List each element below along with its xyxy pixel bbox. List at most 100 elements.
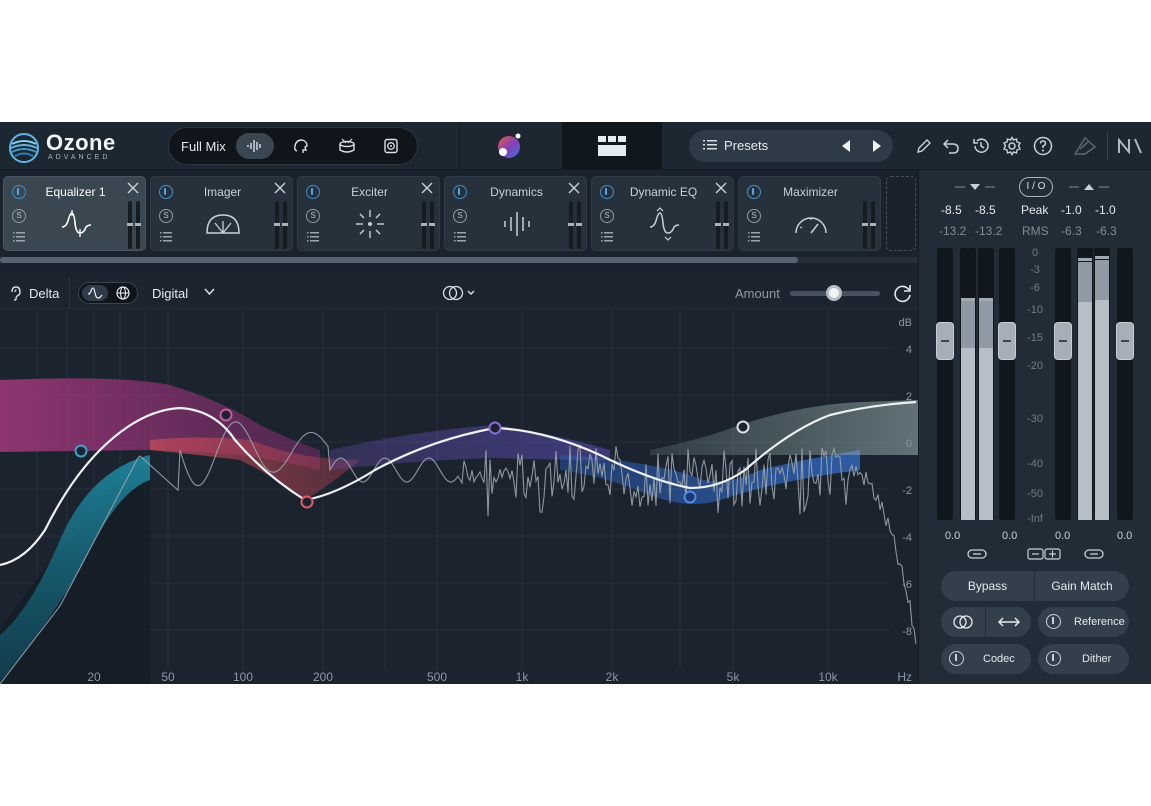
history-icon[interactable] bbox=[970, 135, 992, 157]
output-fader[interactable] bbox=[723, 201, 729, 249]
close-icon[interactable] bbox=[274, 182, 286, 194]
module-equalizer[interactable]: Equalizer 1 S bbox=[3, 176, 146, 251]
menu-icon[interactable] bbox=[160, 232, 172, 242]
solo-icon[interactable]: S bbox=[159, 209, 173, 223]
output-gain-left-value[interactable]: 0.0 bbox=[1055, 530, 1070, 542]
output-fader-handle-left[interactable] bbox=[1054, 322, 1072, 360]
solo-icon[interactable]: S bbox=[12, 209, 26, 223]
output-peak-right: -1.0 bbox=[1095, 203, 1116, 217]
eq-node-1[interactable] bbox=[74, 444, 88, 458]
chain-scrollbar[interactable] bbox=[0, 257, 918, 263]
input-gain-left-value[interactable]: 0.0 bbox=[945, 530, 960, 542]
module-imager[interactable]: Imager S bbox=[150, 176, 293, 251]
output-fader[interactable] bbox=[282, 201, 288, 249]
menu-icon[interactable] bbox=[13, 232, 25, 242]
output-fader-track-right[interactable] bbox=[1116, 248, 1134, 520]
io-toggle[interactable]: I / O bbox=[1019, 177, 1053, 197]
bypass-button[interactable]: Bypass bbox=[941, 571, 1035, 601]
eq-node-4[interactable] bbox=[488, 421, 502, 435]
eq-node-5[interactable] bbox=[683, 490, 697, 504]
output-gain-right-value[interactable]: 0.0 bbox=[1117, 530, 1132, 542]
output-fader-track-left[interactable] bbox=[1054, 248, 1072, 520]
drum-view-button[interactable] bbox=[328, 133, 366, 159]
input-fader-track[interactable] bbox=[936, 248, 954, 520]
codec-button[interactable]: Codec bbox=[941, 644, 1031, 674]
undo-icon[interactable] bbox=[940, 135, 962, 157]
input-fader[interactable] bbox=[715, 201, 721, 249]
module-exciter[interactable]: Exciter S bbox=[297, 176, 440, 251]
solo-icon[interactable]: S bbox=[306, 209, 320, 223]
master-assistant-icon[interactable] bbox=[493, 130, 525, 162]
dither-button[interactable]: Dither bbox=[1038, 644, 1129, 674]
chain-scrollbar-thumb[interactable] bbox=[0, 257, 798, 263]
solo-icon[interactable]: S bbox=[453, 209, 467, 223]
close-icon[interactable] bbox=[568, 182, 580, 194]
input-fader[interactable] bbox=[127, 201, 133, 249]
refresh-icon[interactable] bbox=[892, 282, 914, 304]
spectrum-view-button[interactable] bbox=[236, 133, 274, 159]
close-icon[interactable] bbox=[421, 182, 433, 194]
ni-icon[interactable] bbox=[1116, 135, 1144, 157]
close-icon[interactable] bbox=[127, 182, 139, 194]
eq-node-3[interactable] bbox=[300, 495, 314, 509]
add-module-slot[interactable] bbox=[886, 176, 916, 251]
amount-label: Amount bbox=[735, 286, 780, 301]
module-dynamic-eq[interactable]: Dynamic EQ S bbox=[591, 176, 734, 251]
gain-match-button[interactable]: Gain Match bbox=[1035, 571, 1129, 601]
menu-icon[interactable] bbox=[454, 232, 466, 242]
input-fader-handle-right[interactable] bbox=[998, 322, 1016, 360]
module-maximizer[interactable]: Maximizer S bbox=[738, 176, 881, 251]
offset-link-icon[interactable] bbox=[1027, 548, 1061, 560]
eq-node-6[interactable] bbox=[736, 420, 750, 434]
presets-button[interactable]: Presets bbox=[689, 130, 893, 162]
chevron-down-icon[interactable] bbox=[204, 288, 215, 296]
input-fader[interactable] bbox=[274, 201, 280, 249]
analog-mode-button[interactable] bbox=[82, 285, 108, 301]
input-fader[interactable] bbox=[862, 201, 868, 249]
gear-icon[interactable] bbox=[1001, 135, 1023, 157]
mono-button[interactable] bbox=[941, 607, 986, 637]
menu-icon[interactable] bbox=[601, 232, 613, 242]
pencil-icon[interactable] bbox=[913, 135, 935, 157]
menu-icon[interactable] bbox=[307, 232, 319, 242]
full-mix-label[interactable]: Full Mix bbox=[181, 139, 226, 154]
output-fader[interactable] bbox=[135, 201, 141, 249]
input-fader[interactable] bbox=[568, 201, 574, 249]
eq-graph[interactable]: dB 4 2 0 -2 -4 -6 -8 20 50 100 200 500 1… bbox=[0, 310, 918, 684]
global-mode-button[interactable] bbox=[111, 285, 135, 301]
output-fader[interactable] bbox=[576, 201, 582, 249]
amount-slider-knob[interactable] bbox=[826, 285, 842, 301]
output-fader-handle-right[interactable] bbox=[1116, 322, 1134, 360]
swap-channels-button[interactable] bbox=[986, 607, 1031, 637]
link-input-icon[interactable] bbox=[967, 548, 987, 560]
close-icon[interactable] bbox=[715, 182, 727, 194]
power-icon bbox=[1046, 614, 1061, 629]
ear-icon[interactable] bbox=[9, 286, 21, 301]
delta-button[interactable]: Delta bbox=[29, 286, 59, 301]
vocal-view-button[interactable] bbox=[282, 133, 320, 159]
solo-icon[interactable]: S bbox=[600, 209, 614, 223]
speaker-view-button[interactable] bbox=[372, 133, 410, 159]
output-fader[interactable] bbox=[429, 201, 435, 249]
stereo-mode-icon[interactable] bbox=[441, 285, 479, 301]
input-fader-track-right[interactable] bbox=[998, 248, 1016, 520]
reference-button[interactable]: Reference bbox=[1038, 607, 1129, 637]
rms-label: RMS bbox=[1022, 224, 1049, 238]
input-fader[interactable] bbox=[421, 201, 427, 249]
module-view-button[interactable] bbox=[562, 122, 662, 170]
help-icon[interactable] bbox=[1032, 135, 1054, 157]
output-fader[interactable] bbox=[870, 201, 876, 249]
eq-node-2[interactable] bbox=[219, 408, 233, 422]
freq-tick: 100 bbox=[233, 670, 253, 684]
menu-icon[interactable] bbox=[748, 232, 760, 242]
next-preset-icon[interactable] bbox=[868, 137, 886, 155]
input-fader-handle[interactable] bbox=[936, 322, 954, 360]
digital-mode-dropdown[interactable]: Digital bbox=[152, 286, 188, 301]
input-gain-right-value[interactable]: 0.0 bbox=[1002, 530, 1017, 542]
ni-logo-icon[interactable] bbox=[1072, 135, 1098, 157]
previous-preset-icon[interactable] bbox=[837, 137, 855, 155]
module-dynamics[interactable]: Dynamics S bbox=[444, 176, 587, 251]
solo-icon[interactable]: S bbox=[747, 209, 761, 223]
db-tick: -8 bbox=[902, 626, 912, 638]
link-output-icon[interactable] bbox=[1084, 548, 1104, 560]
